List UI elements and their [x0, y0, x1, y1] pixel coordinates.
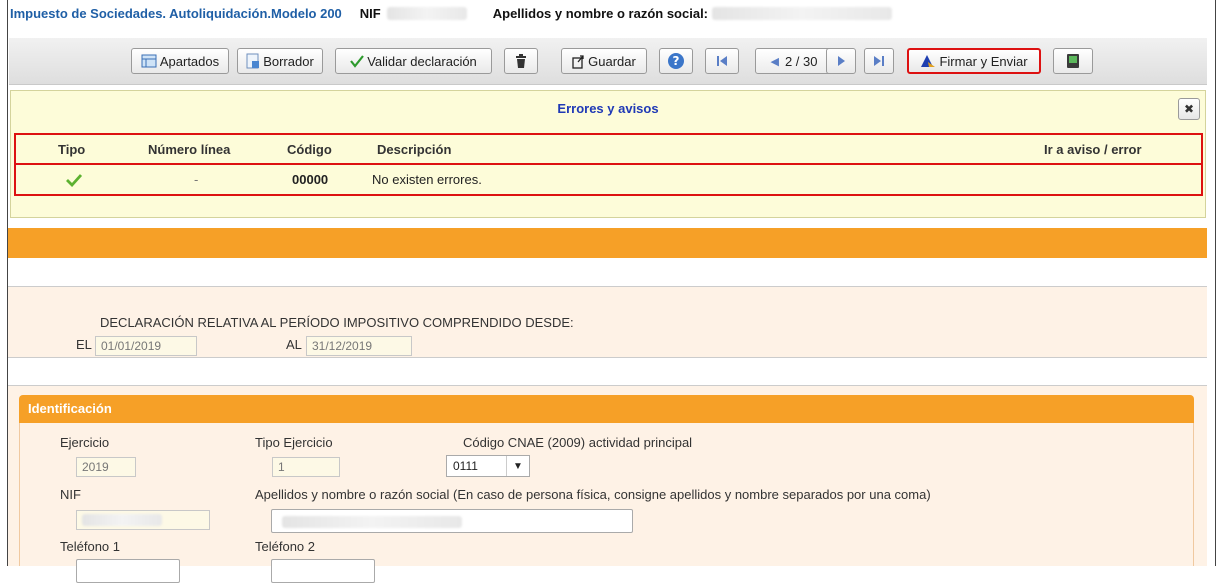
close-icon: ✖ — [1183, 102, 1195, 116]
page-indicator[interactable]: ◀ 2 / 30 — [755, 48, 833, 74]
col-ir-a: Ir a aviso / error — [1044, 141, 1142, 157]
form-title: Impuesto de Sociedades. Autoliquidación.… — [10, 5, 342, 21]
validar-button[interactable]: Validar declaración — [335, 48, 492, 74]
sections-icon — [141, 54, 157, 68]
nombre-field[interactable] — [271, 509, 633, 533]
period-al-label: AL — [286, 337, 302, 352]
firmar-enviar-label: Firmar y Enviar — [939, 53, 1028, 69]
last-page-button[interactable] — [864, 48, 894, 74]
validar-label: Validar declaración — [367, 53, 477, 69]
cnae-select[interactable]: 0111 ▼ — [446, 455, 530, 477]
chevron-down-icon[interactable]: ▼ — [506, 456, 529, 476]
period-label: DECLARACIÓN RELATIVA AL PERÍODO IMPOSITI… — [100, 315, 574, 330]
close-errors-button[interactable]: ✖ — [1178, 98, 1200, 120]
row-codigo: 00000 — [292, 172, 329, 187]
telefono1-label: Teléfono 1 — [60, 539, 120, 554]
ejercicio-field[interactable]: 2019 — [76, 457, 136, 477]
help-icon: ? — [667, 52, 685, 70]
ejercicio-label: Ejercicio — [60, 435, 110, 450]
guardar-button[interactable]: Guardar — [561, 48, 647, 74]
first-page-icon — [715, 55, 729, 67]
period-end-field[interactable]: 31/12/2019 — [306, 336, 412, 356]
sign-send-icon — [920, 54, 936, 68]
trash-icon — [515, 54, 527, 68]
errors-title: Errores y avisos — [557, 101, 659, 116]
svg-text:?: ? — [673, 54, 680, 68]
col-tipo: Tipo — [58, 141, 86, 157]
header-nif-value-redacted — [386, 6, 467, 20]
identification-header: Identificación — [19, 395, 1194, 423]
delete-button[interactable] — [504, 48, 538, 74]
section-separator-bar — [8, 228, 1207, 258]
apartados-button[interactable]: Apartados — [131, 48, 229, 74]
next-page-icon — [836, 55, 846, 67]
save-icon — [572, 54, 585, 69]
page-header: Impuesto de Sociedades. Autoliquidación.… — [8, 0, 1216, 26]
cnae-select-value: 0111 — [453, 459, 478, 473]
telefono1-field[interactable] — [76, 559, 180, 583]
header-name-label: Apellidos y nombre o razón social: — [492, 5, 709, 21]
period-section: DECLARACIÓN RELATIVA AL PERÍODO IMPOSITI… — [8, 286, 1207, 358]
next-page-button[interactable] — [826, 48, 856, 74]
previous-page-icon[interactable]: ◀ — [771, 55, 779, 68]
check-icon — [350, 54, 365, 68]
table-row: - 00000 No existen errores. — [14, 165, 1203, 196]
guardar-label: Guardar — [588, 53, 636, 69]
telefono2-field[interactable] — [271, 559, 375, 583]
borrador-button[interactable]: Borrador — [237, 48, 323, 74]
draft-icon — [246, 53, 260, 69]
tipo-ejercicio-field[interactable]: 1 — [272, 457, 340, 477]
header-name-value-redacted — [712, 6, 893, 20]
errors-panel: Errores y avisos ✖ Tipo Número línea Cód… — [10, 90, 1206, 218]
telefono2-label: Teléfono 2 — [255, 539, 315, 554]
help-button[interactable]: ? — [659, 48, 693, 74]
device-icon — [1066, 53, 1080, 69]
nombre-value-redacted — [282, 516, 462, 528]
success-check-icon — [66, 165, 82, 194]
tipo-ejercicio-label: Tipo Ejercicio — [255, 435, 333, 450]
export-button[interactable] — [1053, 48, 1093, 74]
firmar-enviar-button[interactable]: Firmar y Enviar — [907, 48, 1041, 74]
nif-field[interactable] — [76, 510, 210, 530]
nif-value-redacted — [82, 514, 162, 526]
period-el-label: EL — [76, 337, 92, 352]
toolbar: Apartados Borrador Validar declaración G… — [9, 38, 1207, 85]
row-descripcion: No existen errores. — [372, 172, 482, 187]
identification-body: Ejercicio 2019 Tipo Ejercicio 1 Código C… — [19, 423, 1194, 583]
last-page-icon — [872, 55, 886, 67]
col-descripcion: Descripción — [377, 141, 452, 157]
borrador-label: Borrador — [263, 53, 314, 69]
first-page-button[interactable] — [705, 48, 739, 74]
page-counter: 2 / 30 — [784, 53, 818, 69]
col-codigo: Código — [287, 141, 332, 157]
identification-title: Identificación — [28, 401, 112, 416]
row-numero-linea: - — [194, 172, 199, 187]
errors-table-header: Tipo Número línea Código Descripción Ir … — [14, 133, 1203, 165]
nif-label: NIF — [60, 487, 81, 502]
nombre-label: Apellidos y nombre o razón social (En ca… — [255, 487, 931, 502]
cnae-label: Código CNAE (2009) actividad principal — [463, 435, 693, 450]
apartados-label: Apartados — [159, 53, 220, 69]
header-nif-label: NIF — [359, 5, 381, 21]
col-numero-linea: Número línea — [148, 141, 231, 157]
period-start-field[interactable]: 01/01/2019 — [95, 336, 197, 356]
